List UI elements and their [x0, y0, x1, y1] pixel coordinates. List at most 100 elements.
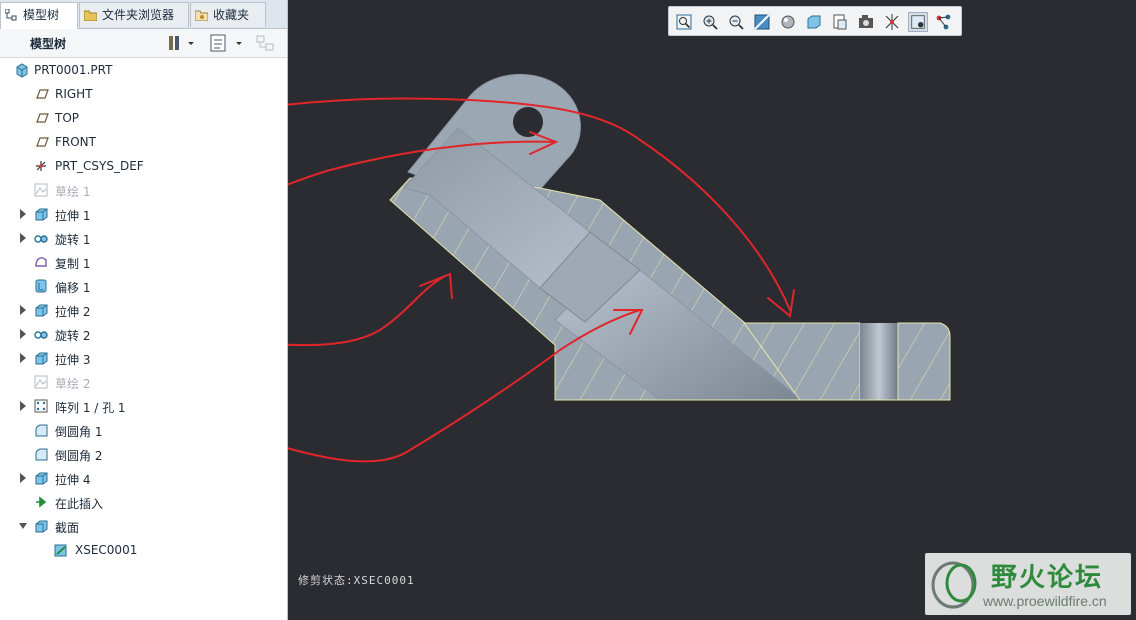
tree-item[interactable]: PRT_CSYS_DEF — [0, 154, 287, 178]
settings-icon[interactable] — [166, 33, 196, 53]
arrowhead-mid — [419, 272, 453, 299]
model-tree-icon — [5, 9, 17, 21]
show-columns-icon[interactable] — [254, 33, 278, 53]
tree-item-label: 拉伸 4 — [55, 473, 91, 487]
tree-item-label: RIGHT — [55, 87, 93, 101]
section-icon — [35, 520, 48, 533]
tree-item-label: 阵列 1 / 孔 1 — [55, 401, 126, 415]
view-manager-icon[interactable] — [830, 12, 850, 32]
extrude-icon — [35, 304, 48, 317]
expand-arrow-icon[interactable] — [19, 209, 27, 219]
tab-folder-browser[interactable]: 文件夹浏览器 — [79, 2, 189, 27]
sketch-icon — [34, 183, 48, 197]
tree-item[interactable]: 拉伸 2 — [0, 298, 287, 322]
datum-display-icon[interactable] — [882, 12, 902, 32]
tree-item[interactable]: 倒圆角 2 — [0, 442, 287, 466]
tree-item[interactable]: 偏移 1 — [0, 274, 287, 298]
tree-item-label: 拉伸 3 — [55, 353, 91, 367]
tree-filter-icon[interactable] — [208, 33, 246, 53]
tree-item[interactable]: XSEC0001 — [0, 538, 287, 562]
model-tree-panel: 模型树 文件夹浏览器 收藏夹 模型树 PRT0001.PRT RIGHT TOP FR… — [0, 0, 288, 620]
csys-icon — [36, 161, 46, 171]
saved-orientations-icon[interactable] — [804, 12, 824, 32]
expand-arrow-icon[interactable] — [19, 329, 27, 339]
insert-here-icon — [36, 496, 47, 508]
arrow-revolve1-to-hole — [288, 275, 446, 347]
tree-item-label: 在此插入 — [55, 497, 104, 511]
zoom-out-icon[interactable] — [726, 12, 746, 32]
datum-plane-icon — [36, 113, 49, 123]
collapse-arrow-icon[interactable] — [19, 521, 27, 531]
tab-label: 文件夹浏览器 — [102, 8, 175, 22]
revolve-icon — [34, 235, 48, 243]
tree-item[interactable]: 拉伸 3 — [0, 346, 287, 370]
spin-center-icon[interactable] — [908, 12, 928, 32]
annotation-display-icon[interactable] — [934, 12, 954, 32]
tab-favorites[interactable]: 收藏夹 — [190, 2, 266, 27]
zoom-in-icon[interactable] — [700, 12, 720, 32]
part-section-view[interactable] — [389, 73, 951, 401]
extrude-icon — [35, 352, 48, 365]
tree-item[interactable]: 复制 1 — [0, 250, 287, 274]
expand-arrow-icon[interactable] — [19, 473, 27, 483]
arrowhead-right — [767, 289, 795, 318]
repaint-icon[interactable] — [752, 12, 772, 32]
graphics-window[interactable] — [288, 0, 1136, 620]
expand-arrow-icon[interactable] — [19, 353, 27, 363]
expand-arrow-icon[interactable] — [19, 401, 27, 411]
tree-item-label: XSEC0001 — [75, 543, 138, 557]
section-status-text: 修剪状态:XSEC0001 — [298, 574, 415, 587]
tree-item[interactable]: 草绘 1 — [0, 178, 287, 202]
tree-item[interactable]: PRT0001.PRT — [0, 58, 287, 82]
tree-item-label: 旋转 2 — [55, 329, 91, 343]
forum-logo-icon — [931, 561, 977, 609]
watermark-url: www.proewildfire.cn — [983, 593, 1107, 609]
tree-item[interactable]: RIGHT — [0, 82, 287, 106]
tab-label: 模型树 — [23, 8, 60, 22]
tree-item-label: 旋转 1 — [55, 233, 91, 247]
tree-item-label: PRT_CSYS_DEF — [55, 159, 144, 173]
tree-item-label: 倒圆角 2 — [55, 449, 103, 463]
tree-item[interactable]: 倒圆角 1 — [0, 418, 287, 442]
round-icon — [35, 424, 48, 437]
tree-item-label: 复制 1 — [55, 257, 91, 271]
revolve-icon — [34, 331, 48, 339]
tree-item[interactable]: 拉伸 1 — [0, 202, 287, 226]
tree-item[interactable]: 草绘 2 — [0, 370, 287, 394]
tab-model-tree[interactable]: 模型树 — [0, 2, 78, 29]
tree-item[interactable]: TOP — [0, 106, 287, 130]
tree-item-label: FRONT — [55, 135, 96, 149]
tree-item[interactable]: 阵列 1 / 孔 1 — [0, 394, 287, 418]
tree-toolbar: 模型树 — [0, 29, 287, 58]
extrude-icon — [35, 208, 48, 221]
tree-item[interactable]: 截面 — [0, 514, 287, 538]
tree-title: 模型树 — [30, 37, 67, 51]
part-icon — [16, 63, 28, 78]
model-view[interactable] — [288, 0, 1136, 620]
tree-item[interactable]: 在此插入 — [0, 490, 287, 514]
refit-icon[interactable] — [674, 12, 694, 32]
tree-item[interactable]: 旋转 2 — [0, 322, 287, 346]
extrude-icon — [35, 472, 48, 485]
view-toolbar — [668, 6, 962, 36]
tree-item-label: 草绘 2 — [55, 377, 91, 391]
tree-item[interactable]: FRONT — [0, 130, 287, 154]
perspective-icon[interactable] — [856, 12, 876, 32]
sketch-icon — [34, 375, 48, 389]
tree-item-label: 拉伸 2 — [55, 305, 91, 319]
offset-icon — [35, 279, 47, 293]
tree-item[interactable]: 拉伸 4 — [0, 466, 287, 490]
display-style-icon[interactable] — [778, 12, 798, 32]
datum-plane-icon — [36, 89, 49, 99]
expand-arrow-icon[interactable] — [19, 305, 27, 315]
xsection-icon — [54, 544, 67, 557]
round-icon — [35, 448, 48, 461]
tree-item-label: 拉伸 1 — [55, 209, 91, 223]
tree-item-label: 草绘 1 — [55, 185, 91, 199]
forum-watermark: 野火论坛 www.proewildfire.cn — [925, 553, 1131, 615]
expand-arrow-icon[interactable] — [19, 233, 27, 243]
copy-icon — [35, 257, 47, 267]
flange-hole — [860, 323, 898, 400]
datum-plane-icon — [36, 137, 49, 147]
tree-item[interactable]: 旋转 1 — [0, 226, 287, 250]
